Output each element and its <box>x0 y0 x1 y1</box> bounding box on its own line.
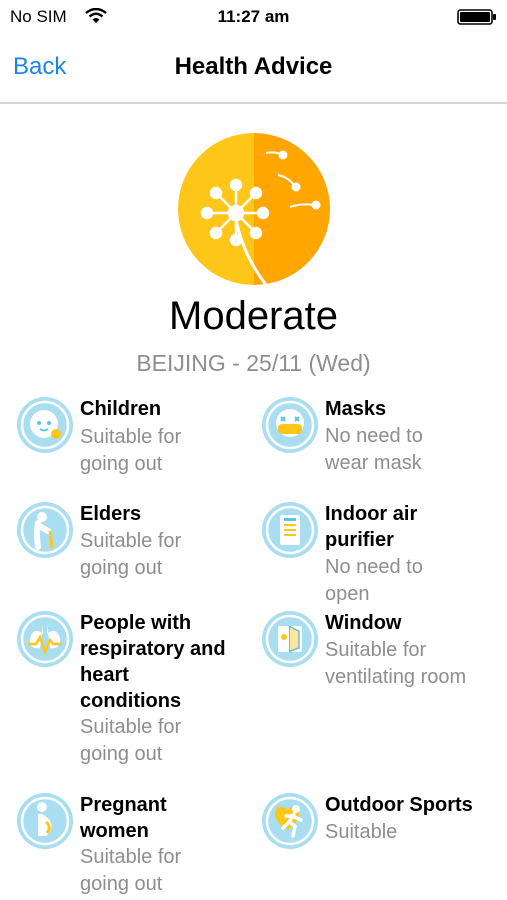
clock: 11:27 am <box>217 7 290 26</box>
advice-item-elders: Elders Suitable for going out <box>16 501 236 591</box>
pregnant-woman-icon <box>17 793 73 849</box>
advice-desc: Suitable <box>325 821 398 843</box>
air-purifier-icon <box>262 502 318 558</box>
advice-item-respiratory: People with respiratory and heart condit… <box>16 610 246 770</box>
advice-title: Indoor air purifier <box>325 503 418 551</box>
lungs-heart-icon <box>17 611 73 667</box>
advice-title: Pregnant women <box>80 794 167 842</box>
advice-title: Outdoor Sports <box>325 794 473 816</box>
advice-item-window: Window Suitable for ventilating room <box>261 610 497 700</box>
baby-face-icon <box>17 397 73 453</box>
navigation-bar: Back Health Advice <box>0 34 507 104</box>
mask-icon <box>262 397 318 453</box>
advice-desc: Suitable for going out <box>80 426 182 475</box>
battery-icon <box>457 9 496 25</box>
advice-desc: No need to open <box>325 556 423 605</box>
advice-item-children: Children Suitable for going out <box>16 396 236 486</box>
advice-desc: No need to wear mask <box>325 425 423 474</box>
advice-item-masks: Masks No need to wear mask <box>261 396 497 486</box>
advice-title: People with respiratory and heart condit… <box>80 612 226 712</box>
advice-item-pregnant: Pregnant women Suitable for going out <box>16 792 236 898</box>
advice-title: Elders <box>80 503 142 525</box>
air-quality-level: Moderate <box>169 294 338 338</box>
advice-desc: Suitable for going out <box>80 530 182 579</box>
advice-desc: Suitable for ventilating room <box>325 639 467 688</box>
location-date: BEIJING - 25/11 (Wed) <box>136 350 371 376</box>
advice-item-air-purifier: Indoor air purifier No need to open <box>261 501 497 611</box>
advice-item-outdoor-sports: Outdoor Sports Suitable <box>261 792 497 862</box>
advice-title: Window <box>325 612 402 634</box>
elder-with-cane-icon <box>17 502 73 558</box>
advice-title: Masks <box>325 398 387 420</box>
advice-desc: Suitable for going out <box>80 846 182 895</box>
advice-desc: Suitable for going out <box>80 716 182 765</box>
status-bar: No SIM 11:27 am <box>0 0 507 34</box>
advice-title: Children <box>80 398 162 420</box>
running-person-icon <box>262 793 318 849</box>
window-icon <box>262 611 318 667</box>
page-title: Health Advice <box>174 53 333 80</box>
dandelion-icon <box>178 133 330 285</box>
